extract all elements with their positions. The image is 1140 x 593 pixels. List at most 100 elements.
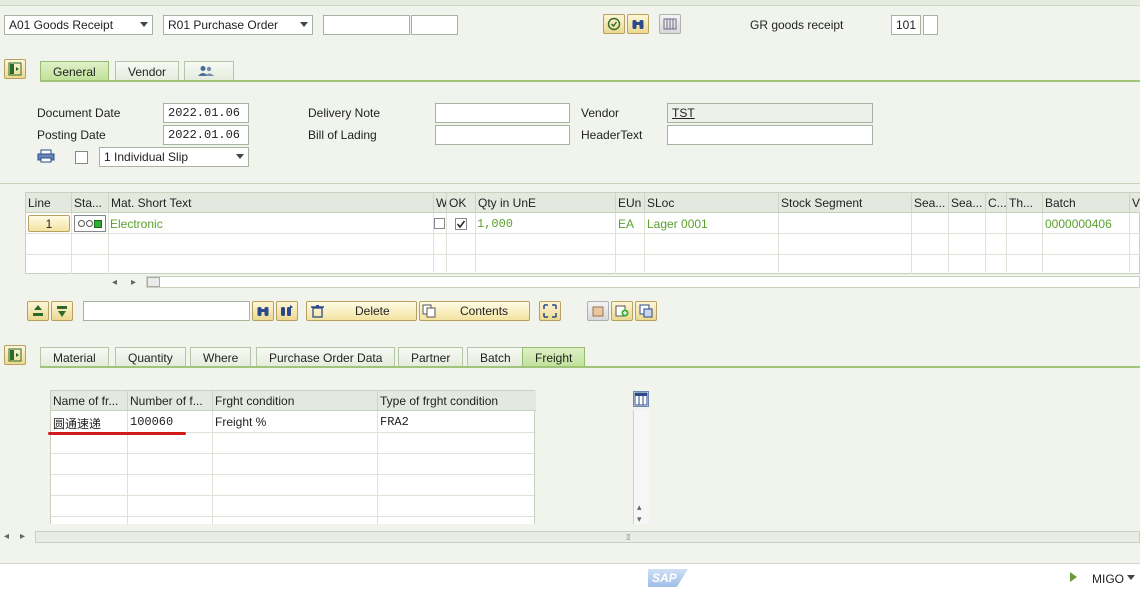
vendor-field[interactable]: TST [667, 103, 873, 123]
col-short-text[interactable]: Mat. Short Text [109, 193, 434, 212]
delete-button[interactable]: Delete [306, 301, 417, 321]
freight-layout-button[interactable] [633, 391, 649, 407]
tab-material[interactable]: Material [40, 347, 109, 367]
slip-type-value: 1 Individual Slip [104, 150, 189, 164]
col-freight-condition[interactable]: Frght condition [213, 391, 378, 410]
tab-partners[interactable] [184, 61, 234, 81]
item-detail-button[interactable] [635, 301, 657, 321]
grip-icon[interactable]: ⁞⁞⁞ [626, 533, 631, 542]
deselect-all-button[interactable] [51, 301, 73, 321]
tab-partner[interactable]: Partner [398, 347, 464, 367]
col-c[interactable]: C... [986, 193, 1007, 212]
movement-type-input[interactable]: 101 [891, 15, 921, 35]
delivery-note-input[interactable] [435, 103, 570, 123]
checkmark-icon [456, 220, 466, 229]
scroll-right-icon[interactable]: ▸ [131, 277, 136, 288]
contents-button-label: Contents [460, 304, 509, 318]
item-w-checkbox[interactable] [434, 218, 445, 229]
scroll-left-icon[interactable]: ◂ [112, 277, 117, 288]
action-select[interactable]: A01 Goods Receipt [4, 15, 153, 35]
col-w[interactable]: W [434, 193, 447, 212]
scroll-thumb[interactable] [147, 277, 160, 287]
tab-vendor[interactable]: Vendor [115, 61, 180, 81]
document-year-input[interactable] [411, 15, 458, 35]
execute-button[interactable] [603, 14, 625, 34]
movement-special-input[interactable] [923, 15, 938, 35]
tab-freight[interactable]: Freight [522, 347, 586, 367]
col-line[interactable]: Line [26, 193, 72, 212]
col-eun[interactable]: EUn [616, 193, 645, 212]
scroll-up-icon[interactable]: ▴ [637, 502, 642, 513]
detail-icon [639, 304, 653, 318]
row-divider [51, 453, 536, 454]
print-checkbox[interactable] [75, 151, 88, 164]
col-sea2[interactable]: Sea... [949, 193, 986, 212]
scroll-left-icon[interactable]: ◂ [4, 531, 9, 542]
freight-condition-type-cell[interactable]: FRA2 [380, 415, 409, 429]
document-number-input[interactable] [323, 15, 410, 35]
item-sloc[interactable]: Lager 0001 [647, 217, 708, 231]
col-freight-name[interactable]: Name of fr... [51, 391, 128, 410]
maximize-button[interactable] [539, 301, 561, 321]
col-qty[interactable]: Qty in UnE [476, 193, 616, 212]
expand-icon [543, 304, 557, 318]
find-item-button[interactable] [252, 301, 274, 321]
col-batch[interactable]: Batch [1043, 193, 1130, 212]
find-next-button[interactable] [276, 301, 298, 321]
item-batch[interactable]: 0000000406 [1045, 217, 1112, 231]
layout-button[interactable] [659, 14, 681, 34]
freight-number-cell[interactable]: 100060 [130, 415, 173, 429]
tab-general[interactable]: General [40, 61, 109, 81]
line-number-button[interactable]: 1 [28, 215, 70, 232]
col-freight-condition-type[interactable]: Type of frght condition [378, 391, 536, 410]
print-button[interactable] [37, 149, 55, 166]
find-button[interactable] [627, 14, 649, 34]
posting-date-input[interactable]: 2022.01.06 [163, 125, 249, 145]
freight-vscrollbar[interactable]: ▴ ▾ [633, 410, 649, 524]
col-status[interactable]: Sta... [72, 193, 109, 212]
tab-batch[interactable]: Batch [467, 347, 524, 367]
col-v[interactable]: V [1130, 193, 1140, 212]
tab-quantity[interactable]: Quantity [115, 347, 186, 367]
select-all-button[interactable] [27, 301, 49, 321]
reference-select[interactable]: R01 Purchase Order [163, 15, 313, 35]
detail-toggle-button[interactable] [4, 345, 26, 365]
tab-batch-label: Batch [480, 351, 511, 365]
col-stock-segment[interactable]: Stock Segment [779, 193, 912, 212]
scroll-right-icon[interactable]: ▸ [20, 531, 25, 542]
freight-condition-cell[interactable]: Freight % [215, 415, 266, 429]
people-icon [198, 66, 214, 76]
item-ok-checkbox[interactable] [455, 218, 467, 230]
item-qty[interactable]: 1,000 [477, 217, 513, 231]
items-table-header: Line Sta... Mat. Short Text W OK Qty in … [26, 193, 1140, 213]
panel-divider [0, 183, 1140, 184]
hold-button[interactable] [587, 301, 609, 321]
header-text-input[interactable] [667, 125, 873, 145]
col-ok[interactable]: OK [447, 193, 476, 212]
item-search-input[interactable] [83, 301, 250, 321]
status-green-icon [94, 219, 102, 228]
header-toggle-button[interactable] [4, 59, 26, 79]
add-item-button[interactable] [611, 301, 633, 321]
status-indicator[interactable] [74, 215, 106, 232]
tab-where[interactable]: Where [190, 347, 252, 367]
col-freight-number[interactable]: Number of f... [128, 391, 213, 410]
col-th[interactable]: Th... [1007, 193, 1043, 212]
chevron-down-icon[interactable] [1127, 575, 1135, 580]
col-sloc[interactable]: SLoc [645, 193, 779, 212]
col-sea1[interactable]: Sea... [912, 193, 949, 212]
document-date-input[interactable]: 2022.01.06 [163, 103, 249, 123]
item-short-text: Electronic [110, 217, 163, 231]
transaction-code[interactable]: MIGO [1092, 572, 1124, 586]
freight-name-cell[interactable]: 圆通速递 [53, 415, 101, 432]
contents-button[interactable]: Contents [419, 301, 530, 321]
page-hscrollbar[interactable]: ⁞⁞⁞ [35, 531, 1140, 543]
items-hscrollbar[interactable] [146, 276, 1140, 288]
slip-type-select[interactable]: 1 Individual Slip [99, 147, 249, 167]
tab-purchase-order-data[interactable]: Purchase Order Data [256, 347, 396, 367]
scroll-down-icon[interactable]: ▾ [637, 514, 642, 525]
printer-icon [37, 149, 55, 163]
item-unit[interactable]: EA [618, 217, 634, 231]
play-icon[interactable] [1070, 572, 1077, 582]
bill-of-lading-input[interactable] [435, 125, 570, 145]
